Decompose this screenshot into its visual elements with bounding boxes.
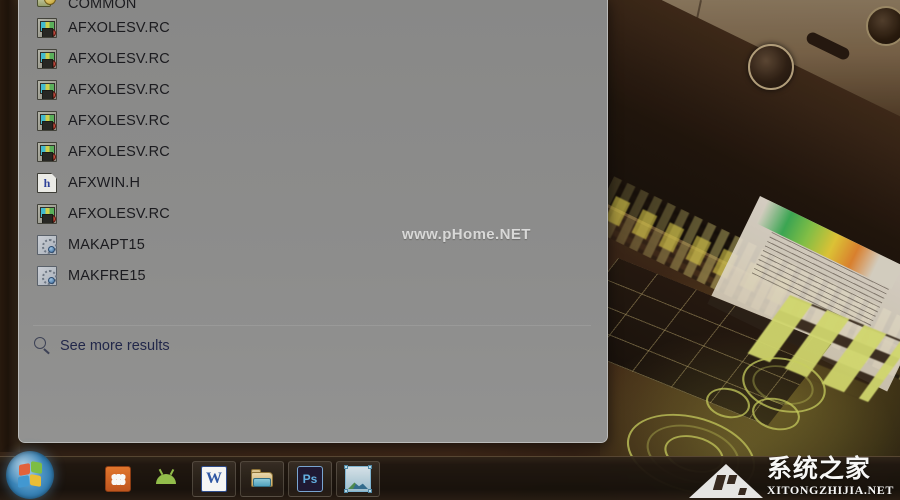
taskbar-item-word[interactable]: W — [192, 461, 236, 497]
wallpaper-lens-secondary — [866, 6, 900, 46]
see-more-results-link[interactable]: See more results — [33, 332, 170, 360]
start-button-orb[interactable] — [6, 451, 54, 499]
resource-script-icon — [37, 141, 57, 162]
photoshop-icon-glyph: Ps — [302, 472, 318, 486]
list-item[interactable]: h AFXWIN.H — [21, 167, 605, 198]
resource-script-icon — [37, 79, 57, 100]
list-item[interactable]: MAKAPT15 — [21, 229, 605, 260]
list-item-label: AFXOLESV.RC — [68, 205, 170, 222]
taskbar-item-android-app[interactable] — [144, 461, 188, 497]
list-item[interactable]: AFXOLESV.RC — [21, 136, 605, 167]
list-item[interactable]: MAKFRE15 — [21, 260, 605, 291]
list-item-label: MAKAPT15 — [68, 236, 145, 253]
list-item-label: MAKFRE15 — [68, 267, 146, 284]
screen: COMMON AFXOLESV.RC AFXOLESV.RC AFXOLESV.… — [0, 0, 900, 500]
list-item[interactable]: AFXOLESV.RC — [21, 105, 605, 136]
header-file-icon: h — [37, 172, 57, 193]
taskbar: W Ps — [0, 451, 900, 500]
search-results-list: COMMON AFXOLESV.RC AFXOLESV.RC AFXOLESV.… — [21, 0, 605, 328]
see-more-results-label: See more results — [60, 338, 170, 354]
orange-app-icon — [105, 466, 131, 492]
taskbar-items: W Ps — [96, 461, 380, 497]
list-item[interactable]: AFXOLESV.RC — [21, 74, 605, 105]
start-menu-footer: ✕ Shut down — [19, 384, 607, 442]
wallpaper-lens — [748, 44, 794, 90]
list-item[interactable]: AFXOLESV.RC — [21, 198, 605, 229]
wallpaper-left-edge — [0, 0, 20, 452]
list-item[interactable]: AFXOLESV.RC — [21, 12, 605, 43]
search-icon — [33, 337, 51, 355]
photoshop-icon: Ps — [297, 466, 323, 492]
list-item-label: AFXOLESV.RC — [68, 143, 170, 160]
list-item-label: AFXOLESV.RC — [68, 112, 170, 129]
word-icon-glyph: W — [206, 470, 222, 487]
list-item-label: AFXWIN.H — [68, 174, 141, 191]
taskbar-item-orange-app[interactable] — [96, 461, 140, 497]
android-icon — [153, 466, 179, 492]
list-item-label: AFXOLESV.RC — [68, 50, 170, 67]
start-menu: COMMON AFXOLESV.RC AFXOLESV.RC AFXOLESV.… — [18, 0, 608, 443]
list-item[interactable]: COMMON — [21, 0, 605, 12]
resource-script-icon — [37, 48, 57, 69]
common-folder-icon — [37, 0, 57, 12]
cog-file-icon — [37, 234, 57, 255]
list-item[interactable]: AFXOLESV.RC — [21, 43, 605, 74]
divider — [33, 325, 591, 326]
taskbar-item-photo-viewer[interactable] — [336, 461, 380, 497]
cog-file-icon — [37, 265, 57, 286]
taskbar-item-photoshop[interactable]: Ps — [288, 461, 332, 497]
list-item-label: AFXOLESV.RC — [68, 81, 170, 98]
resource-script-icon — [37, 17, 57, 38]
resource-script-icon — [37, 110, 57, 131]
word-icon: W — [201, 466, 227, 492]
list-item-label: COMMON — [68, 0, 137, 12]
resource-script-icon — [37, 203, 57, 224]
list-item-label: AFXOLESV.RC — [68, 19, 170, 36]
taskbar-item-explorer[interactable] — [240, 461, 284, 497]
photo-viewer-icon — [344, 465, 372, 493]
folder-icon — [249, 466, 275, 492]
